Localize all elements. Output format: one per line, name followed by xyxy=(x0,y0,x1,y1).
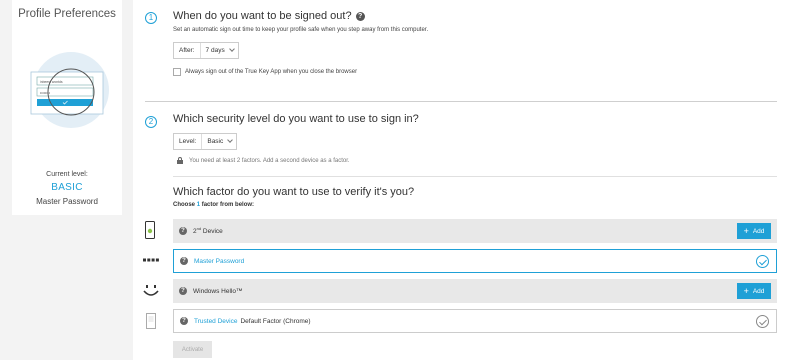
choose-factor-text: Choose 1 factor from below: xyxy=(173,202,255,208)
sidebar-title: Profile Preferences xyxy=(18,8,116,20)
help-icon[interactable]: ? xyxy=(179,287,187,295)
check-circle-icon xyxy=(756,255,769,268)
factor-question: Which factor do you want to use to verif… xyxy=(173,186,415,198)
help-icon[interactable]: ? xyxy=(355,12,365,21)
level-label: Level: xyxy=(174,134,203,149)
factor-name-trusted-device[interactable]: Trusted Device xyxy=(194,318,237,325)
section-divider xyxy=(145,101,777,102)
phone-icon xyxy=(145,221,155,239)
preferences-panel: 1 When do you want to be signed out?? Se… xyxy=(133,0,800,360)
step-1-number: 1 xyxy=(145,12,157,24)
smiley-face-icon xyxy=(143,285,159,296)
activate-button[interactable]: Activate xyxy=(173,341,212,358)
lock-icon xyxy=(177,157,183,164)
plus-icon: + xyxy=(743,225,749,236)
current-factor: Master Password xyxy=(36,197,98,206)
illus-field-2: •••••••• xyxy=(40,91,51,95)
step-1-subtext: Set an automatic sign out time to keep y… xyxy=(173,27,429,33)
always-sign-out-checkbox[interactable] xyxy=(173,68,181,76)
subsection-divider xyxy=(173,176,777,177)
step-2-question: Which security level do you want to use … xyxy=(173,113,419,125)
after-value: 7 days xyxy=(205,47,225,54)
help-icon[interactable]: ? xyxy=(180,257,188,265)
level-value: Basic xyxy=(207,138,224,145)
device-frame-icon xyxy=(146,313,156,329)
factor-extra-trusted-device: Default Factor (Chrome) xyxy=(240,317,311,325)
factor-name-2nd-device: 2nd Device xyxy=(193,226,223,236)
current-level-value: BASIC xyxy=(51,182,83,193)
help-icon[interactable]: ? xyxy=(180,317,188,325)
level-value-wrap: Basic xyxy=(202,137,236,145)
check-circle-icon xyxy=(756,315,769,328)
step-2-number: 2 xyxy=(145,116,157,128)
plus-icon: + xyxy=(743,285,749,296)
factor-row-master-password[interactable]: ? Master Password xyxy=(173,249,777,273)
factor-row-trusted-device[interactable]: ? Trusted Device Default Factor (Chrome) xyxy=(173,309,777,333)
password-dots-icon xyxy=(143,258,159,262)
always-sign-out-label: Always sign out of the True Key App when… xyxy=(185,69,358,75)
factor-row-2nd-device: ? 2nd Device + Add xyxy=(173,219,777,243)
sign-in-illustration: inbeest wontds •••••••• xyxy=(30,52,109,128)
add-2nd-device-button[interactable]: + Add xyxy=(737,223,771,239)
chevron-down-icon xyxy=(228,46,235,52)
current-level-label: Current level: xyxy=(46,171,88,178)
security-level-dropdown[interactable]: Level: Basic xyxy=(173,133,238,150)
after-label: After: xyxy=(174,43,201,58)
lock-note: You need at least 2 factors. Add a secon… xyxy=(189,158,350,164)
factor-name-windows-hello: Windows Hello™ xyxy=(193,287,243,295)
factor-row-windows-hello: ? Windows Hello™ + Add xyxy=(173,279,777,303)
sign-out-after-dropdown[interactable]: After: 7 days xyxy=(173,42,239,59)
step-1-question: When do you want to be signed out?? xyxy=(173,10,365,22)
help-icon[interactable]: ? xyxy=(179,227,187,235)
chevron-down-icon xyxy=(227,137,234,143)
add-windows-hello-button[interactable]: + Add xyxy=(737,283,771,299)
profile-sidebar: Profile Preferences inbeest wontds •••••… xyxy=(12,0,122,215)
after-value-wrap: 7 days xyxy=(201,46,238,54)
factor-name-master-password[interactable]: Master Password xyxy=(194,258,244,265)
